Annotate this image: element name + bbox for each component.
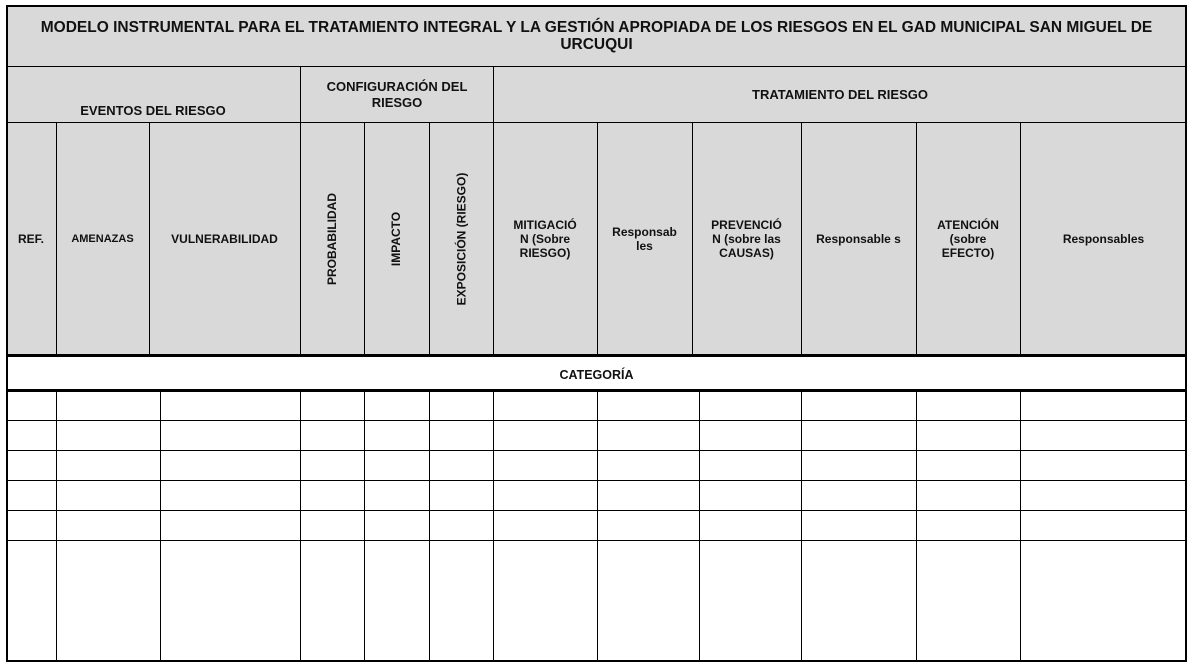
- vline-b-2: [160, 391, 161, 661]
- vline-h-3: [364, 123, 365, 355]
- col-header-ref: REF.: [17, 232, 44, 246]
- section-tratamiento-del-riesgo: TRATAMIENTO DEL RIESGO: [752, 87, 928, 102]
- vline-b-1: [56, 391, 57, 661]
- vline-h-1: [56, 123, 57, 355]
- col-header-vulnerabilidad: VULNERABILIDAD: [171, 232, 278, 246]
- vline-b-10: [916, 391, 917, 661]
- border-top: [6, 5, 1187, 7]
- vline-b-5: [429, 391, 430, 661]
- vline-section-1: [300, 67, 301, 355]
- vline-b-11: [1020, 391, 1021, 661]
- col-header-responsables-1: Responsab les: [612, 225, 677, 253]
- vline-b-6: [493, 391, 494, 661]
- border-left: [6, 5, 8, 662]
- vline-section-2: [493, 67, 494, 355]
- risk-treatment-table: MODELO INSTRUMENTAL PARA EL TRATAMIENTO …: [6, 5, 1187, 662]
- col-header-atencion: ATENCIÓN (sobre EFECTO): [937, 218, 999, 260]
- vline-h-6: [692, 123, 693, 355]
- col-header-impacto-text: IMPACTO: [389, 211, 404, 267]
- vline-b-8: [699, 391, 700, 661]
- vline-h-8: [916, 123, 917, 355]
- vline-b-9: [801, 391, 802, 661]
- vline-b-3: [300, 391, 301, 661]
- section-eventos-del-riesgo: EVENTOS DEL RIESGO: [80, 103, 226, 118]
- col-header-exposicion-text: EXPOSICIÓN (RIESGO): [454, 172, 468, 306]
- col-header-mitigacion: MITIGACIÓ N (Sobre RIESGO): [513, 218, 577, 260]
- vline-h-9: [1020, 123, 1021, 355]
- vline-h-5: [597, 123, 598, 355]
- col-header-exposicion: EXPOSICIÓN (RIESGO): [429, 123, 493, 355]
- col-header-responsables-2: Responsable s: [816, 232, 901, 246]
- col-header-responsables-3: Responsables: [1062, 232, 1145, 246]
- section-configuracion-del-riesgo: CONFIGURACIÓN DEL RIESGO: [326, 79, 468, 110]
- vline-h-2: [149, 123, 150, 355]
- vline-h-4: [429, 123, 430, 355]
- vline-h-7: [801, 123, 802, 355]
- col-header-impacto: IMPACTO: [364, 123, 429, 355]
- col-header-probabilidad-text: PROBABILIDAD: [325, 193, 339, 285]
- vline-b-7: [597, 391, 598, 661]
- category-row-label: CATEGORÍA: [559, 367, 634, 382]
- col-header-prevencion: PREVENCIÓ N (sobre las CAUSAS): [711, 218, 782, 260]
- border-right: [1185, 5, 1187, 662]
- table-title: MODELO INSTRUMENTAL PARA EL TRATAMIENTO …: [40, 19, 1153, 53]
- col-header-probabilidad: PROBABILIDAD: [300, 123, 364, 355]
- line-below-title: [6, 66, 1187, 67]
- col-header-amenazas: AMENAZAS: [71, 233, 134, 245]
- vline-b-4: [364, 391, 365, 661]
